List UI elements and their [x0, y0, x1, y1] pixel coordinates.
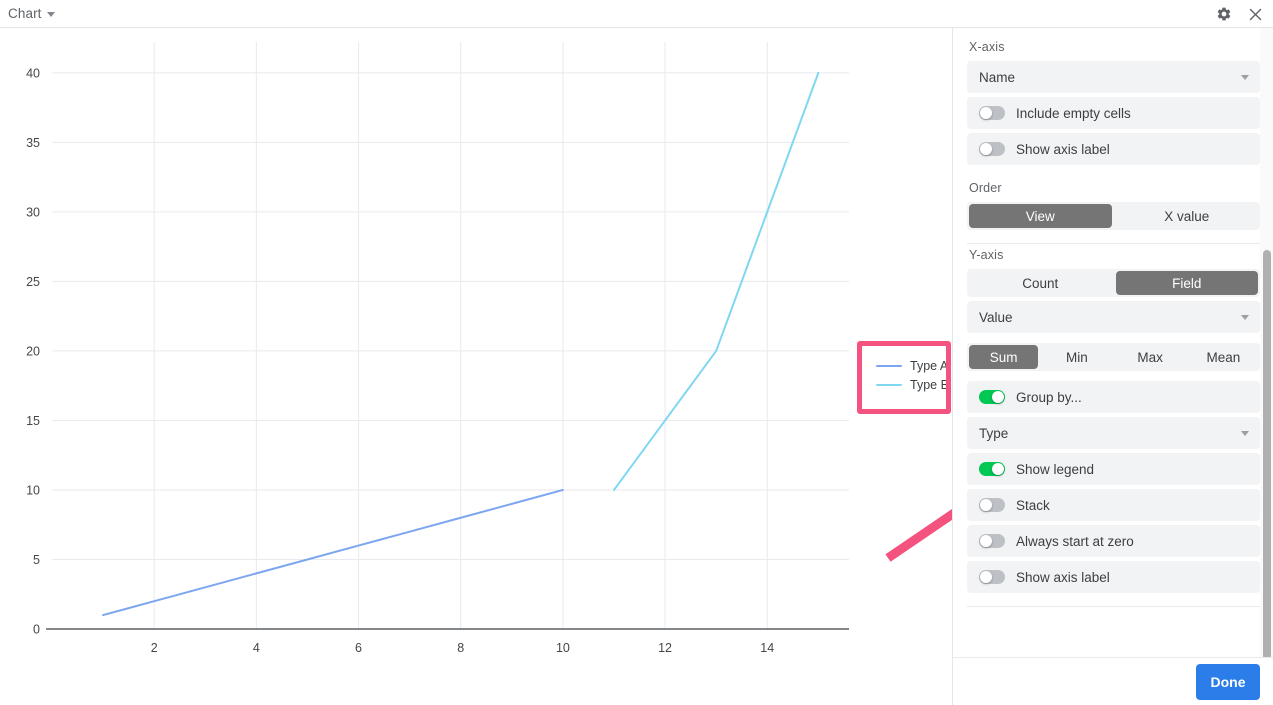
x-axis-field-value: Name [979, 69, 1016, 85]
panel-scrollbar-thumb[interactable] [1263, 250, 1271, 660]
svg-text:15: 15 [26, 414, 40, 428]
toggle-label: Show axis label [1016, 569, 1110, 585]
toggle-switch [979, 390, 1005, 404]
panel-footer: Done [953, 657, 1273, 705]
chevron-down-icon[interactable] [47, 12, 55, 17]
toggle-y-show-axis-label[interactable]: Show axis label [967, 561, 1260, 593]
legend-item-label: Type B [910, 377, 949, 392]
chevron-down-icon [1241, 315, 1249, 320]
y-axis-mode-field[interactable]: Field [1115, 271, 1258, 295]
order-option-view[interactable]: View [969, 204, 1112, 228]
group-by-field-select[interactable]: Type [967, 417, 1260, 449]
section-divider [967, 606, 1260, 607]
aggregate-segmented-control: Sum Min Max Mean [967, 343, 1260, 371]
toggle-switch [979, 534, 1005, 548]
toggle-include-empty-cells[interactable]: Include empty cells [967, 97, 1260, 129]
chart-legend: Type A Type B [872, 356, 952, 394]
section-divider [967, 243, 1260, 244]
svg-text:40: 40 [26, 66, 40, 80]
toggle-label: Stack [1016, 497, 1050, 513]
panel-scroll-content: X-axis Name Include empty cells Show axi… [953, 28, 1273, 657]
svg-text:25: 25 [26, 275, 40, 289]
aggregate-option-sum[interactable]: Sum [969, 345, 1039, 369]
toggle-switch [979, 142, 1005, 156]
svg-text:8: 8 [457, 641, 464, 655]
toggle-group-by[interactable]: Group by... [967, 381, 1260, 413]
aggregate-option-max[interactable]: Max [1116, 345, 1185, 369]
gear-icon[interactable] [1215, 5, 1233, 23]
y-axis-field-value: Value [979, 309, 1013, 325]
y-axis-field-select[interactable]: Value [967, 301, 1260, 333]
group-by-field-value: Type [979, 425, 1009, 441]
page-title: Chart [8, 6, 42, 21]
svg-text:30: 30 [26, 205, 40, 219]
x-axis-field-select[interactable]: Name [967, 61, 1260, 93]
toggle-switch [979, 570, 1005, 584]
legend-swatch-icon [876, 364, 902, 367]
svg-text:20: 20 [26, 344, 40, 358]
y-axis-mode-count[interactable]: Count [969, 271, 1112, 295]
aggregate-option-min[interactable]: Min [1042, 345, 1111, 369]
svg-text:35: 35 [26, 136, 40, 150]
toggle-label: Include empty cells [1016, 105, 1131, 121]
chart-settings-panel: X-axis Name Include empty cells Show axi… [952, 28, 1273, 705]
order-section-label: Order [969, 181, 1002, 195]
panel-scrollbar[interactable] [1260, 28, 1273, 660]
svg-text:4: 4 [253, 641, 260, 655]
svg-text:0: 0 [33, 623, 40, 637]
svg-text:6: 6 [355, 641, 362, 655]
toggle-switch [979, 498, 1005, 512]
legend-item[interactable]: Type B [876, 377, 949, 392]
aggregate-option-mean[interactable]: Mean [1189, 345, 1258, 369]
toggle-x-show-axis-label[interactable]: Show axis label [967, 133, 1260, 165]
legend-item-label: Type A [910, 358, 949, 373]
chevron-down-icon [1241, 75, 1249, 80]
x-axis-section-label: X-axis [969, 40, 1005, 54]
toggle-show-legend[interactable]: Show legend [967, 453, 1260, 485]
toggle-label: Group by... [1016, 389, 1082, 405]
toggle-stack[interactable]: Stack [967, 489, 1260, 521]
chart-canvas: 0 5 10 15 20 25 30 35 40 2 4 6 8 10 12 14 Type A Type B [0, 28, 952, 705]
order-option-x-value[interactable]: X value [1116, 204, 1259, 228]
top-bar: Chart [0, 0, 1273, 28]
y-axis-mode-segmented-control: Count Field [967, 269, 1260, 297]
svg-text:2: 2 [151, 641, 158, 655]
top-bar-actions [1215, 5, 1264, 23]
chart-editor-window: Chart 0 5 10 15 20 25 30 35 40 2 4 6 8 10 12 14 Type AT… [0, 0, 1273, 705]
toggle-switch [979, 106, 1005, 120]
toggle-always-start-at-zero[interactable]: Always start at zero [967, 525, 1260, 557]
svg-text:10: 10 [556, 641, 570, 655]
legend-swatch-icon [876, 383, 902, 386]
toggle-label: Show axis label [1016, 141, 1110, 157]
done-button[interactable]: Done [1196, 664, 1260, 700]
svg-text:12: 12 [658, 641, 672, 655]
toggle-label: Always start at zero [1016, 533, 1134, 549]
svg-text:10: 10 [26, 483, 40, 497]
legend-item[interactable]: Type A [876, 358, 949, 373]
svg-text:14: 14 [760, 641, 774, 655]
toggle-switch [979, 462, 1005, 476]
line-chart: 0 5 10 15 20 25 30 35 40 2 4 6 8 10 12 14 [26, 42, 849, 655]
y-axis-section-label: Y-axis [969, 248, 1004, 262]
order-segmented-control: View X value [967, 202, 1260, 230]
close-icon[interactable] [1246, 5, 1264, 23]
toggle-label: Show legend [1016, 461, 1095, 477]
svg-text:5: 5 [33, 553, 40, 567]
chevron-down-icon [1241, 431, 1249, 436]
